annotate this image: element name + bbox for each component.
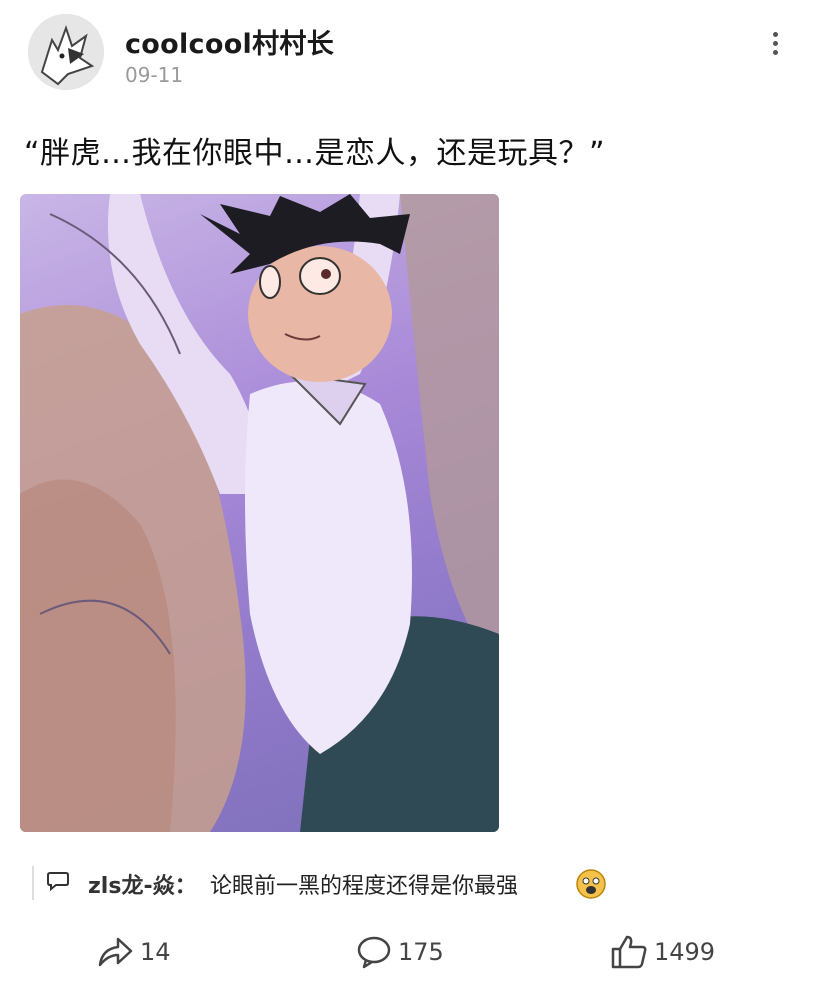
share-count: 14 <box>140 938 171 966</box>
shocked-emoji-icon <box>575 868 607 904</box>
comment-button[interactable]: 175 <box>356 932 444 972</box>
post-date: 09-11 <box>125 63 184 87</box>
more-options-icon[interactable] <box>762 28 788 68</box>
author-avatar[interactable] <box>28 14 104 90</box>
post-image[interactable] <box>20 194 499 832</box>
comment-icon <box>357 936 391 969</box>
comment-bubble-icon <box>46 870 70 896</box>
anime-illustration-icon <box>20 194 499 832</box>
post-text: “胖虎…我在你眼中…是恋人，还是玩具？” <box>24 136 606 171</box>
comment-divider <box>32 866 34 900</box>
wolf-avatar-icon <box>28 14 104 90</box>
share-button[interactable]: 14 <box>96 932 171 972</box>
thumbs-up-icon <box>611 935 647 969</box>
author-name[interactable]: coolcool村村长 <box>125 22 334 61</box>
like-button[interactable]: 1499 <box>610 932 715 972</box>
comment-text[interactable]: 论眼前一黑的程度还得是你最强 <box>210 868 518 900</box>
comment-count: 175 <box>398 938 444 966</box>
comment-author[interactable]: zls龙-焱： <box>88 868 197 900</box>
like-count: 1499 <box>654 938 716 966</box>
post-card: coolcool村村长 09-11 “胖虎…我在你眼中…是恋人，还是玩具？” z… <box>0 0 815 999</box>
share-icon <box>98 937 133 967</box>
